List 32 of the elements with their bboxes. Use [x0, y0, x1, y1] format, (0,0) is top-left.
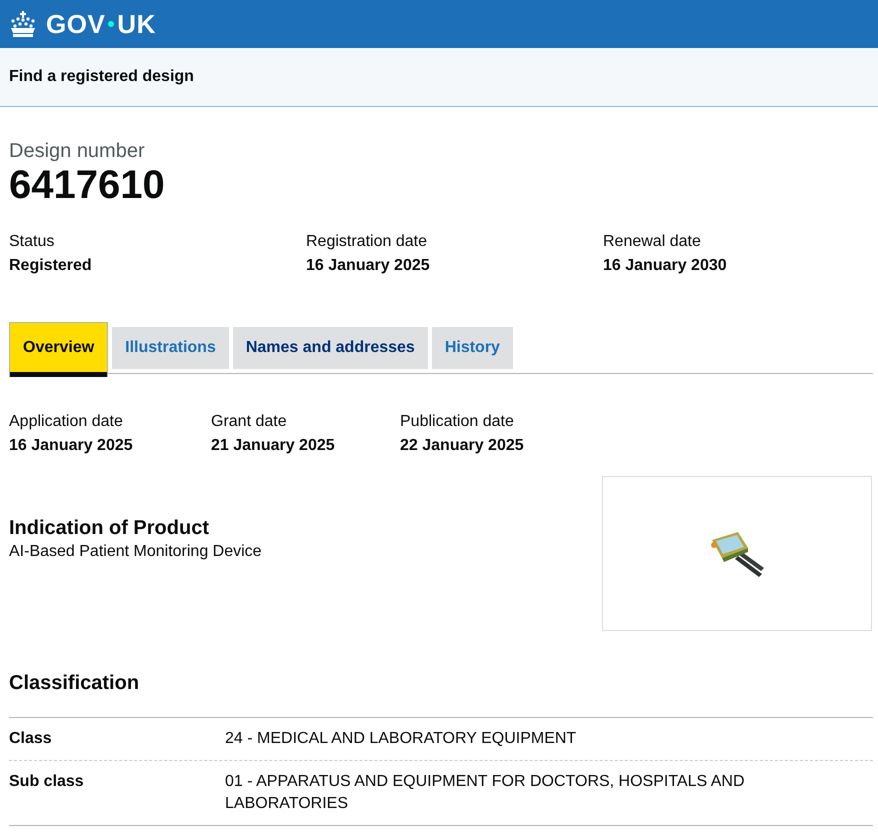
dot-icon	[108, 21, 114, 27]
product-heading: Indication of Product	[9, 516, 210, 540]
date-label: Application date	[9, 412, 124, 432]
logo-text: UK	[117, 9, 156, 39]
row-value: 01 - APPARATUS AND EQUIPMENT FOR DOCTORS, HOSPITALS AND LABORATORIES	[225, 772, 746, 814]
tab[interactable]: Overview	[9, 322, 108, 377]
design-number-caption: Design number	[9, 139, 146, 163]
date-value: 22 January 2025	[400, 436, 525, 456]
summary-value: 16 January 2025	[306, 256, 431, 276]
product-description: AI-Based Patient Monitoring Device	[9, 542, 263, 562]
tab[interactable]: History	[432, 327, 513, 369]
date-label: Grant date	[211, 412, 288, 432]
crown-icon	[9, 11, 37, 37]
service-title: Find a registered design	[9, 68, 194, 86]
tab[interactable]: Illustrations	[112, 327, 229, 369]
row-label: Class	[9, 729, 53, 749]
date-value: 16 January 2025	[9, 436, 134, 456]
summary-label: Status	[9, 232, 56, 252]
classification-heading: Classification	[9, 671, 140, 695]
summary-value: Registered	[9, 256, 93, 276]
summary-label: Renewal date	[603, 232, 702, 252]
summary-label: Registration date	[306, 232, 428, 252]
row-value: 24 - MEDICAL AND LABORATORY EQUIPMENT	[225, 729, 578, 749]
design-number: 6417610	[9, 163, 166, 207]
tab[interactable]: Names and addresses	[232, 327, 428, 369]
device-drawing	[708, 530, 766, 578]
row-label: Sub class	[9, 772, 85, 792]
date-label: Publication date	[400, 412, 515, 432]
home-link[interactable]: GOV UK	[9, 9, 156, 39]
date-value: 21 January 2025	[211, 436, 336, 456]
summary-value: 16 January 2030	[603, 256, 728, 276]
logo-text: GOV	[46, 9, 106, 39]
